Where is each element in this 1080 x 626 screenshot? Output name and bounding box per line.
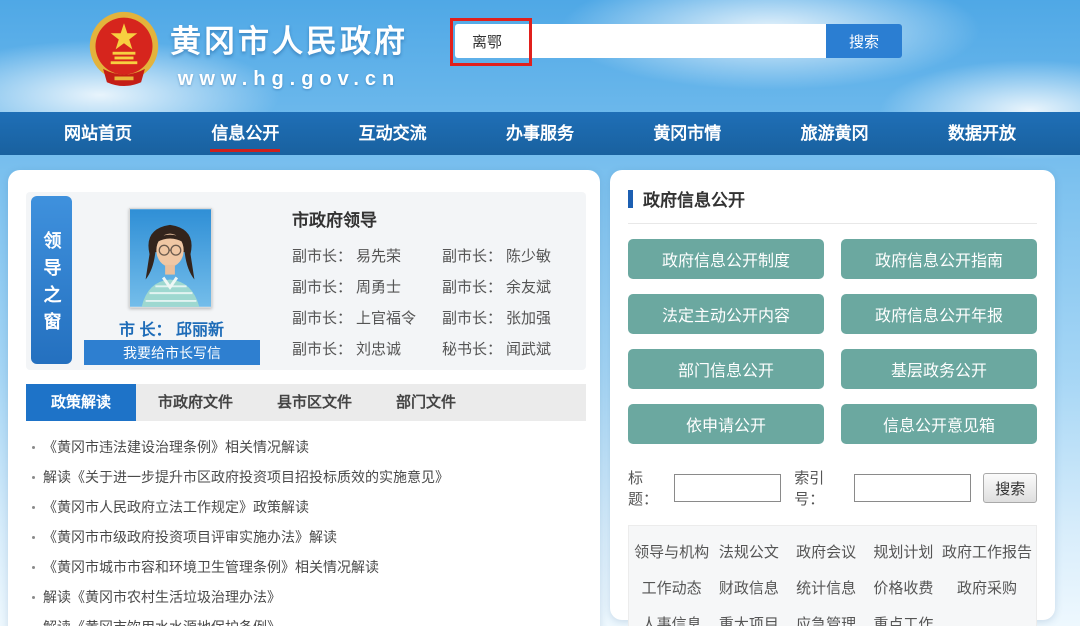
- leader-link[interactable]: 副市长：上官福令: [292, 307, 442, 328]
- info-disclosure-header: 政府信息公开: [628, 186, 1037, 211]
- header-search-button[interactable]: 搜索: [826, 24, 902, 58]
- link-fiscal-info[interactable]: 财政信息: [710, 577, 787, 598]
- nav-item-home[interactable]: 网站首页: [58, 112, 138, 155]
- leader-link[interactable]: 秘书长：闻武斌: [442, 338, 577, 359]
- gov-leaders-title: 市政府领导: [292, 206, 577, 231]
- annual-report-button[interactable]: 政府信息公开年报: [841, 294, 1037, 334]
- nav-item-services[interactable]: 办事服务: [500, 112, 580, 155]
- link-regulations[interactable]: 法规公文: [710, 541, 787, 562]
- link-gov-meetings[interactable]: 政府会议: [787, 541, 864, 562]
- header-accent-bar: [628, 190, 633, 208]
- link-planning[interactable]: 规划计划: [865, 541, 942, 562]
- list-item[interactable]: 解读《黄冈市农村生活垃圾治理办法》: [30, 582, 590, 612]
- policy-interpretation-list: 《黄冈市违法建设治理条例》相关情况解读 解读《关于进一步提升市区政府投资项目招投…: [30, 432, 590, 626]
- bullet-dot-icon: [32, 566, 35, 569]
- bullet-dot-icon: [32, 536, 35, 539]
- leadership-window-tab[interactable]: 领导之窗: [31, 196, 72, 364]
- site-title: 黄冈市人民政府: [170, 16, 408, 61]
- tab-county-documents[interactable]: 县市区文件: [255, 384, 374, 421]
- bullet-dot-icon: [32, 596, 35, 599]
- annotation-highlight-box: [450, 18, 532, 66]
- link-pricing-fees[interactable]: 价格收费: [865, 577, 942, 598]
- info-disclosure-panel: 政府信息公开 政府信息公开制度 政府信息公开指南 法定主动公开内容 政府信息公开…: [610, 170, 1055, 620]
- list-item[interactable]: 解读《黄冈市饮用水水源地保护条例》: [30, 612, 590, 626]
- site-url: www.hg.gov.cn: [170, 68, 408, 91]
- nav-item-interaction[interactable]: 互动交流: [353, 112, 433, 155]
- list-item[interactable]: 《黄冈市违法建设治理条例》相关情况解读: [30, 432, 590, 462]
- gov-leaders-block: 市政府领导 副市长：易先荣 副市长：陈少敏 副市长：周勇士 副市长：余友斌 副市…: [292, 206, 577, 359]
- link-procurement[interactable]: 政府采购: [942, 577, 1032, 598]
- nav-item-open-data[interactable]: 数据开放: [942, 112, 1022, 155]
- tab-city-gov-documents[interactable]: 市政府文件: [136, 384, 255, 421]
- leader-link[interactable]: 副市长：余友斌: [442, 276, 577, 297]
- mayor-line: 市 长： 邱丽新: [74, 316, 269, 340]
- bullet-dot-icon: [32, 446, 35, 449]
- mayor-name-link[interactable]: 邱丽新: [176, 322, 224, 339]
- index-number-input[interactable]: [854, 474, 971, 502]
- list-item[interactable]: 《黄冈市人民政府立法工作规定》政策解读: [30, 492, 590, 522]
- disclosure-on-request-button[interactable]: 依申请公开: [628, 404, 824, 444]
- index-field-label: 索引号：: [794, 467, 849, 509]
- leader-link[interactable]: 副市长：易先荣: [292, 245, 442, 266]
- link-major-projects[interactable]: 重大项目: [710, 613, 787, 626]
- nav-item-tourism[interactable]: 旅游黄冈: [795, 112, 875, 155]
- document-tabs: 政策解读 市政府文件 县市区文件 部门文件: [26, 384, 586, 421]
- info-disclosure-title: 政府信息公开: [643, 186, 745, 211]
- leader-link[interactable]: 副市长：周勇士: [292, 276, 442, 297]
- tab-policy-interpretation[interactable]: 政策解读: [26, 384, 136, 421]
- mayor-role-label: 市 长：: [119, 322, 171, 339]
- list-item[interactable]: 《黄冈市城市市容和环境卫生管理条例》相关情况解读: [30, 552, 590, 582]
- link-emergency-mgmt[interactable]: 应急管理: [787, 613, 864, 626]
- link-leaders-orgs[interactable]: 领导与机构: [633, 541, 710, 562]
- leader-link[interactable]: 副市长：张加强: [442, 307, 577, 328]
- national-emblem-logo: [86, 10, 162, 86]
- title-search-input[interactable]: [674, 474, 781, 502]
- disclosure-buttons-grid: 政府信息公开制度 政府信息公开指南 法定主动公开内容 政府信息公开年报 部门信息…: [628, 239, 1037, 444]
- link-personnel[interactable]: 人事信息: [633, 613, 710, 626]
- mayor-photo[interactable]: [129, 208, 212, 308]
- leader-link[interactable]: 副市长：陈少敏: [442, 245, 577, 266]
- grassroots-disclosure-button[interactable]: 基层政务公开: [841, 349, 1037, 389]
- disclosure-system-button[interactable]: 政府信息公开制度: [628, 239, 824, 279]
- main-nav: 网站首页 信息公开 互动交流 办事服务 黄冈市情 旅游黄冈 数据开放: [0, 112, 1080, 155]
- list-item[interactable]: 解读《关于进一步提升市区政府投资项目招投标质效的实施意见》: [30, 462, 590, 492]
- link-key-work[interactable]: 重点工作: [865, 613, 942, 626]
- disclosure-search-button[interactable]: 搜索: [983, 473, 1037, 503]
- leaders-grid: 副市长：易先荣 副市长：陈少敏 副市长：周勇士 副市长：余友斌 副市长：上官福令…: [292, 245, 577, 359]
- site-header: 黄冈市人民政府 www.hg.gov.cn 搜索: [0, 0, 1080, 112]
- disclosure-links-grid: 领导与机构 法规公文 政府会议 规划计划 政府工作报告 工作动态 财政信息 统计…: [628, 525, 1037, 626]
- link-work-news[interactable]: 工作动态: [633, 577, 710, 598]
- link-work-report[interactable]: 政府工作报告: [942, 541, 1032, 562]
- divider: [628, 223, 1037, 224]
- bullet-dot-icon: [32, 506, 35, 509]
- page: 黄冈市人民政府 www.hg.gov.cn 搜索 网站首页 信息公开 互动交流 …: [0, 0, 1080, 626]
- title-field-label: 标题：: [628, 467, 669, 509]
- write-to-mayor-button[interactable]: 我要给市长写信: [84, 340, 260, 365]
- disclosure-search-form: 标题： 索引号： 搜索: [628, 467, 1037, 509]
- leadership-and-documents-panel: 领导之窗 市 长：: [8, 170, 600, 626]
- leadership-section: 领导之窗 市 长：: [26, 192, 586, 370]
- suggestion-box-button[interactable]: 信息公开意见箱: [841, 404, 1037, 444]
- tab-department-documents[interactable]: 部门文件: [374, 384, 478, 421]
- list-item[interactable]: 《黄冈市市级政府投资项目评审实施办法》解读: [30, 522, 590, 552]
- leader-link[interactable]: 副市长：刘忠诚: [292, 338, 442, 359]
- bullet-dot-icon: [32, 476, 35, 479]
- nav-item-info-disclosure[interactable]: 信息公开: [205, 112, 285, 155]
- department-disclosure-button[interactable]: 部门信息公开: [628, 349, 824, 389]
- nav-item-city-profile[interactable]: 黄冈市情: [647, 112, 727, 155]
- link-statistics[interactable]: 统计信息: [787, 577, 864, 598]
- statutory-disclosure-button[interactable]: 法定主动公开内容: [628, 294, 824, 334]
- disclosure-guide-button[interactable]: 政府信息公开指南: [841, 239, 1037, 279]
